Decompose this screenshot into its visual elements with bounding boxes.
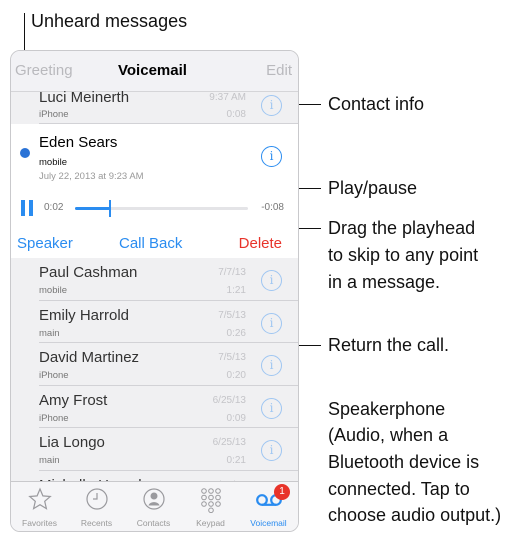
unread-count-badge: 1 (274, 484, 290, 500)
callout-speaker-2: (Audio, when a (328, 425, 449, 445)
info-icon[interactable]: i (261, 440, 282, 461)
message-duration: 0:09 (226, 412, 246, 424)
info-icon[interactable]: i (261, 397, 282, 419)
remaining-time: -0:08 (261, 202, 284, 213)
tab-label: Keypad (196, 518, 225, 528)
keypad-icon (200, 488, 221, 513)
tab-label: Favorites (22, 518, 57, 528)
scrubber-track[interactable] (75, 200, 248, 217)
edit-button[interactable]: Edit (266, 62, 292, 79)
callout-speaker-4: connected. Tap to (328, 479, 470, 499)
voicemail-row[interactable]: Paul Cashman mobile 7/7/13 1:21 i (11, 258, 298, 301)
tab-favorites[interactable]: Favorites (11, 482, 68, 531)
message-date: 7/7/13 (218, 267, 246, 278)
voicemail-row-partial[interactable]: Luci Meinerth iPhone 9:37 AM 0:08 i (11, 89, 298, 124)
caller-name: Emily Harrold (39, 306, 130, 324)
caller-name: Paul Cashman (39, 264, 138, 281)
caller-name: Luci Meinerth (39, 89, 130, 106)
caller-label: mobile (39, 285, 67, 296)
page-title: Voicemail (118, 62, 187, 79)
unread-dot (20, 148, 30, 158)
info-icon[interactable]: i (261, 312, 282, 334)
message-duration: 0:26 (226, 327, 246, 339)
caller-label: iPhone (39, 412, 69, 424)
callout-speaker-5: choose audio output.) (328, 505, 502, 525)
voicemail-row[interactable]: Lia Longo main 6/25/13 0:21 i (11, 428, 298, 471)
message-date: 6/25/13 (212, 437, 246, 448)
tab-keypad[interactable]: Keypad (182, 482, 239, 531)
caller-name: Lia Longo (39, 434, 105, 451)
tab-bar: Favorites Recents Contacts Keypad 1 Voic… (11, 481, 298, 531)
message-date: 6/25/13 (212, 394, 246, 406)
callout-speaker-3: Bluetooth device is (328, 452, 480, 472)
audio-player: 0:02 -0:08 (11, 189, 298, 227)
info-icon[interactable]: i (261, 270, 282, 291)
callout-playhead-3: in a message. (328, 272, 441, 292)
callout-speaker-1: Speakerphone (328, 399, 446, 419)
message-list: Paul Cashman mobile 7/7/13 1:21 i Emily Harro… (11, 258, 298, 481)
person-icon (142, 488, 165, 510)
voicemail-row[interactable]: Amy Frost iPhone 6/25/13 0:09 i (11, 385, 298, 428)
navigation-bar: Greeting Voicemail Edit (11, 51, 298, 92)
message-duration: 0:20 (226, 370, 246, 381)
caller-label: main (39, 327, 60, 339)
voicemail-row[interactable]: Michelle Humphrey6/14/13i (11, 470, 298, 481)
caller-label: iPhone (39, 109, 69, 120)
callout-play-pause: Play/pause (328, 178, 418, 198)
caller-name: Eden Sears (39, 134, 118, 151)
speaker-button[interactable]: Speaker (17, 235, 73, 252)
voicemail-row[interactable]: David Martinez iPhone 7/5/13 0:20 i (11, 343, 298, 386)
tab-voicemail[interactable]: 1 Voicemail (240, 482, 297, 531)
delete-button[interactable]: Delete (239, 235, 282, 252)
callout-playhead-2: to skip to any point (328, 245, 479, 265)
tab-recents[interactable]: Recents (68, 482, 125, 531)
callout-unheard-messages: Unheard messages (31, 11, 188, 31)
message-date: 7/5/13 (218, 352, 246, 363)
star-icon (27, 487, 52, 510)
playhead[interactable] (108, 200, 111, 217)
tab-label: Voicemail (250, 518, 287, 528)
callout-contact-info: Contact info (328, 94, 425, 114)
voicemail-row[interactable]: Emily Harrold main 7/5/13 0:26 i (11, 300, 298, 343)
info-icon[interactable]: i (261, 355, 282, 376)
scrubber-fill (75, 207, 110, 210)
call-back-button[interactable]: Call Back (119, 235, 182, 252)
info-icon[interactable]: i (261, 146, 282, 167)
message-duration: 1:21 (226, 285, 246, 296)
greeting-button[interactable]: Greeting (15, 62, 73, 79)
message-date: 7/5/13 (218, 309, 246, 321)
tab-contacts[interactable]: Contacts (125, 482, 182, 531)
message-date: July 22, 2013 at 9:23 AM (39, 171, 144, 182)
callout-playhead-1: Drag the playhead (328, 218, 476, 238)
caller-label: main (39, 455, 60, 466)
message-date: 9:37 AM (209, 92, 246, 103)
info-icon[interactable]: i (261, 95, 282, 116)
tab-label: Recents (80, 518, 113, 528)
tab-label: Contacts (136, 518, 171, 528)
clock-icon (85, 488, 108, 510)
caller-label: iPhone (39, 370, 69, 381)
message-duration: 0:21 (226, 455, 246, 466)
message-duration: 0:08 (226, 109, 246, 120)
caller-name: Amy Frost (39, 391, 108, 409)
phone-screen: Greeting Voicemail Edit Luci Meinerth iP… (10, 50, 299, 532)
caller-label: mobile (39, 157, 67, 168)
elapsed-time: 0:02 (44, 202, 64, 213)
pause-icon[interactable] (21, 200, 35, 216)
callout-return-call: Return the call. (328, 335, 450, 355)
caller-name: David Martinez (39, 349, 140, 366)
